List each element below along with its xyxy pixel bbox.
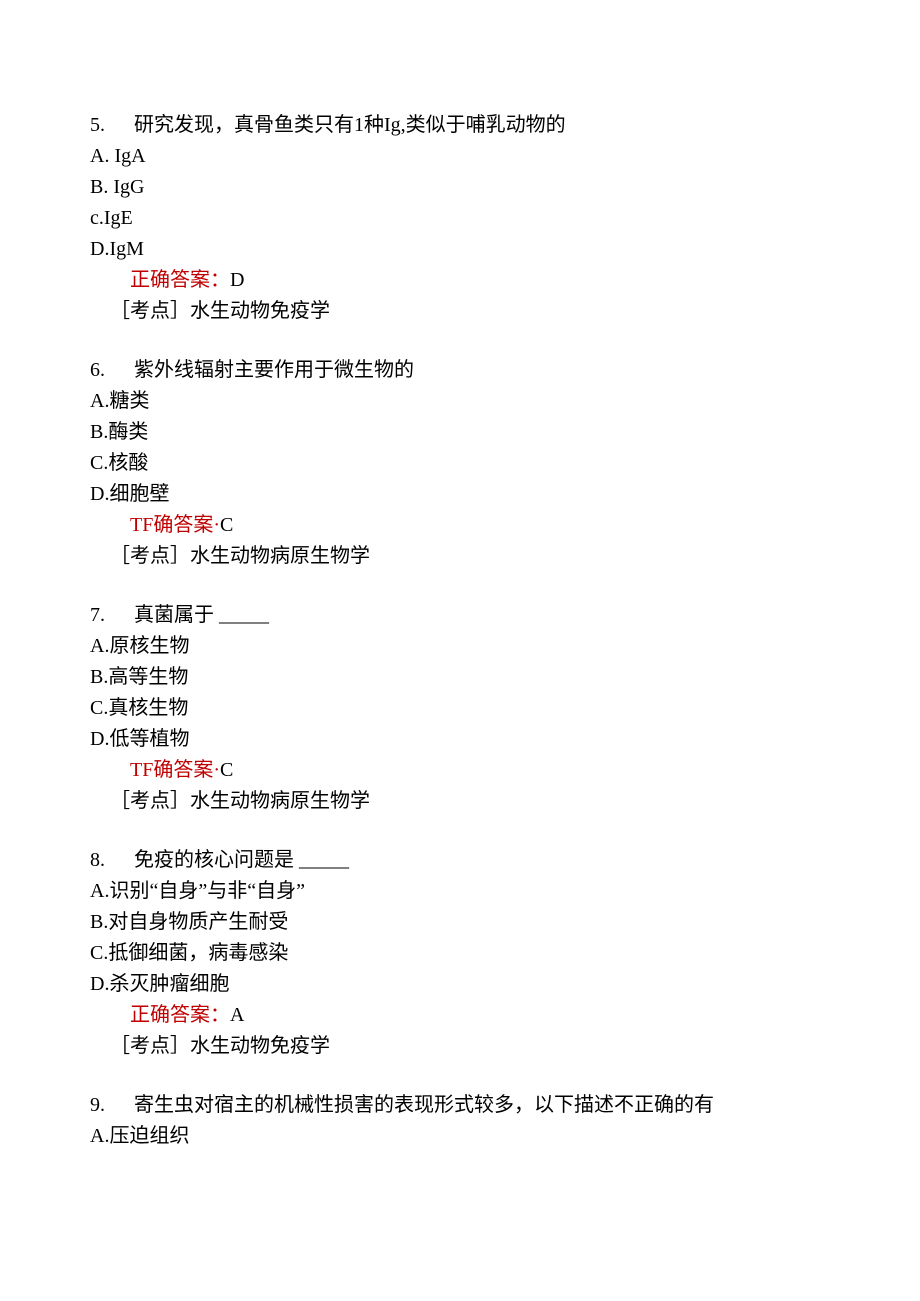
option: A.识别“自身”与非“自身” bbox=[90, 876, 830, 907]
topic-label: ［考点］ bbox=[110, 790, 190, 812]
topic-value: 水生动物病原生物学 bbox=[190, 545, 370, 567]
topic-value: 水生动物免疫学 bbox=[190, 1035, 330, 1057]
question-stem-line: 9. 寄生虫对宿主的机械性损害的表现形式较多，以下描述不正确的有 bbox=[90, 1090, 830, 1121]
topic-line: ［考点］水生动物免疫学 bbox=[90, 296, 830, 327]
option: A.压迫组织 bbox=[90, 1121, 830, 1152]
question-block: 8. 免疫的核心问题是 _____ A.识别“自身”与非“自身” B.对自身物质… bbox=[90, 845, 830, 1062]
option: D.低等植物 bbox=[90, 724, 830, 755]
question-block: 7. 真菌属于 _____ A.原核生物 B.高等生物 C.真核生物 D.低等植… bbox=[90, 600, 830, 817]
question-number: 6. bbox=[90, 355, 124, 386]
answer-line: 正确答案：A bbox=[90, 1000, 830, 1031]
question-block: 5. 研究发现，真骨鱼类只有1种Ig,类似于哺乳动物的 A. IgA B. Ig… bbox=[90, 110, 830, 327]
topic-line: ［考点］水生动物病原生物学 bbox=[90, 541, 830, 572]
question-number: 5. bbox=[90, 110, 124, 141]
question-stem: 真菌属于 bbox=[134, 604, 219, 626]
option: A. IgA bbox=[90, 141, 830, 172]
option: A.原核生物 bbox=[90, 631, 830, 662]
option: C.真核生物 bbox=[90, 693, 830, 724]
question-stem-line: 7. 真菌属于 _____ bbox=[90, 600, 830, 631]
option: A.糖类 bbox=[90, 386, 830, 417]
question-stem: 免疫的核心问题是 bbox=[134, 849, 299, 871]
answer-value: C bbox=[220, 759, 233, 781]
option: c.IgE bbox=[90, 203, 830, 234]
answer-line: 正确答案：D bbox=[90, 265, 830, 296]
question-number: 7. bbox=[90, 600, 124, 631]
question-number: 8. bbox=[90, 845, 124, 876]
answer-value: C bbox=[220, 514, 233, 536]
option: B. IgG bbox=[90, 172, 830, 203]
topic-value: 水生动物病原生物学 bbox=[190, 790, 370, 812]
answer-value: A bbox=[230, 1004, 244, 1026]
question-number: 9. bbox=[90, 1090, 124, 1121]
option: B.酶类 bbox=[90, 417, 830, 448]
option: B.高等生物 bbox=[90, 662, 830, 693]
answer-label: 正确答案： bbox=[130, 269, 230, 291]
topic-label: ［考点］ bbox=[110, 300, 190, 322]
option: D.IgM bbox=[90, 234, 830, 265]
answer-label: TF确答案· bbox=[130, 759, 220, 781]
option: C.抵御细菌，病毒感染 bbox=[90, 938, 830, 969]
question-stem: 紫外线辐射主要作用于微生物的 bbox=[134, 359, 414, 381]
option: C.核酸 bbox=[90, 448, 830, 479]
answer-line: TF确答案·C bbox=[90, 510, 830, 541]
option: D.杀灭肿瘤细胞 bbox=[90, 969, 830, 1000]
answer-value: D bbox=[230, 269, 244, 291]
topic-label: ［考点］ bbox=[110, 1035, 190, 1057]
blank-line: _____ bbox=[299, 849, 349, 871]
topic-value: 水生动物免疫学 bbox=[190, 300, 330, 322]
topic-line: ［考点］水生动物病原生物学 bbox=[90, 786, 830, 817]
answer-line: TF确答案·C bbox=[90, 755, 830, 786]
answer-label: 正确答案： bbox=[130, 1004, 230, 1026]
option: B.对自身物质产生耐受 bbox=[90, 907, 830, 938]
document-page: 5. 研究发现，真骨鱼类只有1种Ig,类似于哺乳动物的 A. IgA B. Ig… bbox=[0, 0, 920, 1301]
answer-label: TF确答案· bbox=[130, 514, 220, 536]
question-stem: 研究发现，真骨鱼类只有1种Ig,类似于哺乳动物的 bbox=[134, 114, 566, 136]
question-block: 6. 紫外线辐射主要作用于微生物的 A.糖类 B.酶类 C.核酸 D.细胞壁 T… bbox=[90, 355, 830, 572]
question-stem: 寄生虫对宿主的机械性损害的表现形式较多，以下描述不正确的有 bbox=[134, 1094, 714, 1116]
question-stem-line: 8. 免疫的核心问题是 _____ bbox=[90, 845, 830, 876]
question-block: 9. 寄生虫对宿主的机械性损害的表现形式较多，以下描述不正确的有 A.压迫组织 bbox=[90, 1090, 830, 1152]
question-stem-line: 6. 紫外线辐射主要作用于微生物的 bbox=[90, 355, 830, 386]
topic-label: ［考点］ bbox=[110, 545, 190, 567]
option: D.细胞壁 bbox=[90, 479, 830, 510]
topic-line: ［考点］水生动物免疫学 bbox=[90, 1031, 830, 1062]
blank-line: _____ bbox=[219, 604, 269, 626]
question-stem-line: 5. 研究发现，真骨鱼类只有1种Ig,类似于哺乳动物的 bbox=[90, 110, 830, 141]
